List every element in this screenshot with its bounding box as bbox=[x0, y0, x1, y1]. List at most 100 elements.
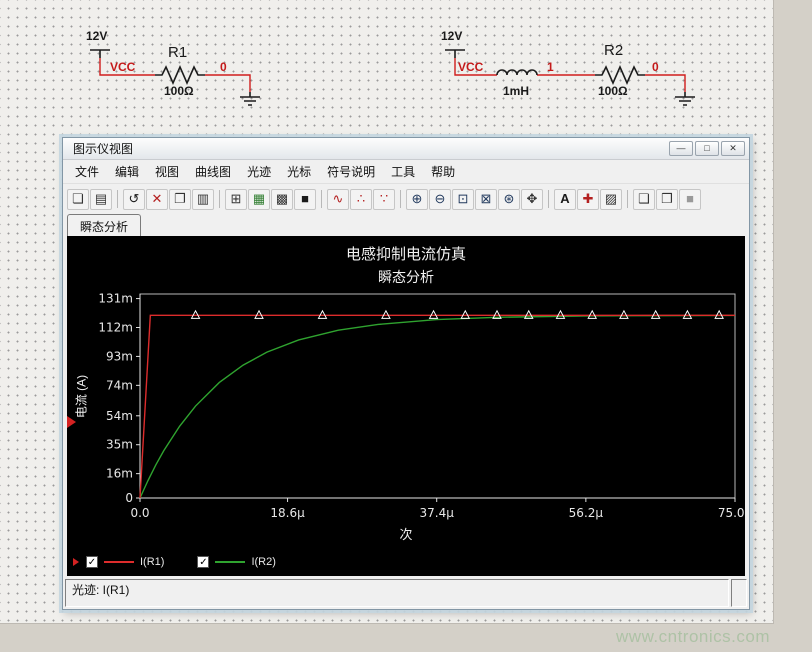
chart-legend: I(R1) I(R2) bbox=[73, 556, 276, 568]
menu-edit[interactable]: 编辑 bbox=[107, 160, 147, 183]
grapher-chart-panel[interactable]: 电感抑制电流仿真 瞬态分析 016m35m54m74m93m112m131m0.… bbox=[67, 236, 745, 576]
trace-style-icon[interactable]: ■ bbox=[294, 189, 316, 210]
vcc-symbol-right[interactable] bbox=[445, 50, 465, 58]
status-text: 光迹: I(R1) bbox=[65, 579, 729, 607]
net-label-0-right[interactable]: 0 bbox=[652, 60, 659, 74]
svg-text:35m: 35m bbox=[106, 438, 133, 452]
resistor-r2-symbol[interactable] bbox=[595, 67, 645, 83]
vcc-symbol-left[interactable] bbox=[90, 50, 110, 58]
svg-text:75.0µ: 75.0µ bbox=[718, 506, 745, 520]
toolbar-separator bbox=[627, 190, 628, 208]
toolbar-separator bbox=[400, 190, 401, 208]
svg-text:131m: 131m bbox=[98, 292, 133, 306]
status-resize-cell bbox=[731, 579, 747, 607]
source-value-left[interactable]: 12V bbox=[86, 29, 107, 43]
svg-text:112m: 112m bbox=[98, 320, 133, 334]
value-label-r2[interactable]: 100Ω bbox=[598, 84, 628, 98]
legend-selected-arrow-icon bbox=[73, 558, 79, 566]
trace-checkbox-ir2[interactable] bbox=[197, 556, 209, 568]
net-label-vcc-right[interactable]: VCC bbox=[458, 60, 483, 74]
paste-icon[interactable]: ▥ bbox=[192, 189, 214, 210]
scatter-plot-alt-icon[interactable]: ∵ bbox=[373, 189, 395, 210]
svg-text:54m: 54m bbox=[106, 409, 133, 423]
zoom-fit-icon[interactable]: ⊠ bbox=[475, 189, 497, 210]
zoom-out-icon[interactable]: ⊖ bbox=[429, 189, 451, 210]
svg-text:93m: 93m bbox=[106, 349, 133, 363]
show-grid-icon[interactable]: ▦ bbox=[248, 189, 270, 210]
toolbar-separator bbox=[117, 190, 118, 208]
menu-view[interactable]: 视图 bbox=[147, 160, 187, 183]
x-axis-label: 次 bbox=[67, 524, 745, 543]
source-value-right[interactable]: 12V bbox=[441, 29, 462, 43]
add-text-icon[interactable]: A bbox=[554, 189, 576, 210]
svg-text:0.0: 0.0 bbox=[130, 506, 149, 520]
value-label-inductor[interactable]: 1mH bbox=[503, 84, 529, 98]
pan-hand-icon[interactable]: ✥ bbox=[521, 189, 543, 210]
zoom-in-icon[interactable]: ⊕ bbox=[406, 189, 428, 210]
show-legend-icon[interactable]: ▩ bbox=[271, 189, 293, 210]
svg-text:0: 0 bbox=[125, 491, 133, 505]
ref-label-r2[interactable]: R2 bbox=[604, 42, 623, 59]
svg-text:74m: 74m bbox=[106, 378, 133, 392]
zoom-area-icon[interactable]: ⊡ bbox=[452, 189, 474, 210]
status-bar: 光迹: I(R1) bbox=[63, 576, 749, 609]
ground-symbol-left[interactable] bbox=[240, 92, 260, 105]
menu-file[interactable]: 文件 bbox=[67, 160, 107, 183]
ref-label-r1[interactable]: R1 bbox=[168, 44, 187, 61]
menubar: 文件 编辑 视图 曲线图 光迹 光标 符号说明 工具 帮助 bbox=[63, 160, 749, 184]
open-icon[interactable]: ❏ bbox=[67, 189, 89, 210]
menu-tools[interactable]: 工具 bbox=[383, 160, 423, 183]
ground-symbol-right[interactable] bbox=[675, 92, 695, 105]
multisim-workspace: 12V VCC R1 0 100Ω 12V VCC 1mH 1 R2 100Ω … bbox=[0, 0, 812, 652]
watermark: www.cntronics.com bbox=[616, 627, 770, 647]
menu-graph[interactable]: 曲线图 bbox=[187, 160, 239, 183]
cut-icon[interactable]: ✕ bbox=[146, 189, 168, 210]
zoom-restore-icon[interactable]: ⊛ bbox=[498, 189, 520, 210]
net-label-0-left[interactable]: 0 bbox=[220, 60, 227, 74]
toolbar-separator bbox=[548, 190, 549, 208]
overlay-traces-icon[interactable]: ∿ bbox=[327, 189, 349, 210]
save-icon[interactable]: ▤ bbox=[90, 189, 112, 210]
resistor-r1-symbol[interactable] bbox=[155, 67, 205, 83]
legend-swatch-ir1 bbox=[104, 561, 134, 563]
legend-label-ir1: I(R1) bbox=[140, 556, 164, 568]
page-properties-icon[interactable]: ⊞ bbox=[225, 189, 247, 210]
value-label-r1[interactable]: 100Ω bbox=[164, 84, 194, 98]
svg-text:16m: 16m bbox=[106, 467, 133, 481]
y-axis-label: 电流 (A) bbox=[73, 351, 90, 443]
grapher-toolbar: ❏ ▤ ↺ ✕ ❐ ▥ ⊞ ▦ ▩ ■ ∿ ∴ ∵ ⊕ ⊖ ⊡ ⊠ ⊛ ✥ A … bbox=[63, 184, 749, 214]
legend-label-ir2: I(R2) bbox=[251, 556, 275, 568]
toolbar-separator bbox=[321, 190, 322, 208]
close-icon[interactable]: ✕ bbox=[721, 141, 745, 156]
restore-icon[interactable]: □ bbox=[695, 141, 719, 156]
menu-legend[interactable]: 符号说明 bbox=[319, 160, 383, 183]
svg-text:37.4µ: 37.4µ bbox=[420, 506, 455, 520]
legend-item-ir2: I(R2) bbox=[197, 556, 275, 568]
legend-item-ir1: I(R1) bbox=[86, 556, 164, 568]
titlebar[interactable]: 图示仪视图 — □ ✕ bbox=[63, 138, 749, 160]
minimize-icon[interactable]: — bbox=[669, 141, 693, 156]
net-label-1[interactable]: 1 bbox=[547, 60, 554, 74]
toolbar-separator bbox=[219, 190, 220, 208]
net-label-vcc-left[interactable]: VCC bbox=[110, 60, 135, 74]
grapher-window: 图示仪视图 — □ ✕ 文件 编辑 视图 曲线图 光迹 光标 符号说明 工具 帮… bbox=[62, 137, 750, 610]
svg-text:56.2µ: 56.2µ bbox=[569, 506, 604, 520]
menu-trace[interactable]: 光迹 bbox=[239, 160, 279, 183]
menu-help[interactable]: 帮助 bbox=[423, 160, 463, 183]
cursors-icon[interactable]: ✚ bbox=[577, 189, 599, 210]
undo-icon[interactable]: ↺ bbox=[123, 189, 145, 210]
selected-trace-arrow bbox=[67, 416, 76, 428]
scatter-plot-icon[interactable]: ∴ bbox=[350, 189, 372, 210]
export-icon[interactable]: ▨ bbox=[600, 189, 622, 210]
svg-text:18.6µ: 18.6µ bbox=[270, 506, 305, 520]
legend-swatch-ir2 bbox=[215, 561, 245, 563]
window-title: 图示仪视图 bbox=[67, 140, 669, 157]
paste-graph-icon[interactable]: ❒ bbox=[656, 189, 678, 210]
trace-checkbox-ir1[interactable] bbox=[86, 556, 98, 568]
inductor-symbol[interactable] bbox=[497, 70, 537, 75]
menu-cursor[interactable]: 光标 bbox=[279, 160, 319, 183]
copy-graph-icon[interactable]: ❑ bbox=[633, 189, 655, 210]
copy-icon[interactable]: ❐ bbox=[169, 189, 191, 210]
stop-icon[interactable]: ■ bbox=[679, 189, 701, 210]
tab-row: 瞬态分析 bbox=[63, 214, 749, 236]
